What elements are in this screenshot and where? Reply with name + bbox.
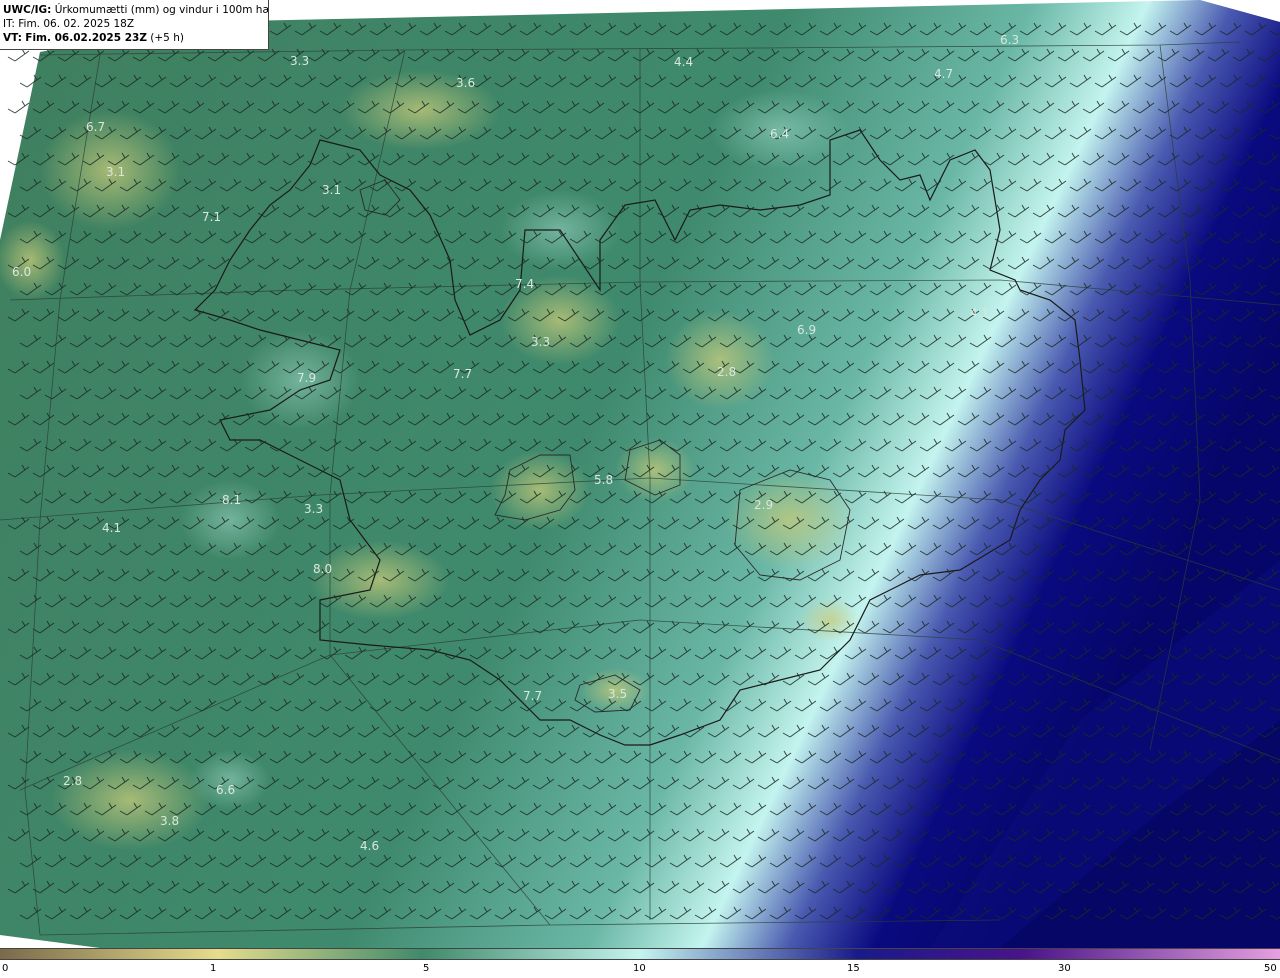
model-name: UWC/IG: [3, 4, 52, 16]
colorbar-tick: 1 [210, 963, 217, 974]
colorbar-tick: 30 [1058, 963, 1071, 974]
value-label: 8.1 [222, 493, 241, 507]
value-label: 2.8 [63, 774, 82, 788]
value-label: 6.7 [86, 120, 105, 134]
colorbar-gradient [0, 948, 1280, 960]
value-label: 3.5 [608, 687, 627, 701]
it-label: IT: [3, 18, 15, 30]
colorbar-tick: 10 [633, 963, 646, 974]
value-label: 6.9 [797, 323, 816, 337]
colorbar-tick: 0 [2, 963, 9, 974]
colorbar: 0 1 5 10 15 30 50 [0, 948, 1280, 978]
value-label: 7.7 [453, 367, 472, 381]
colorbar-tick: 50 [1264, 963, 1277, 974]
value-label: 4.7 [934, 67, 953, 81]
value-label: 5.8 [594, 473, 613, 487]
wind-barb [7, 100, 30, 114]
init-time-line: IT: Fim. 06. 02. 2025 18Z [3, 17, 268, 31]
value-label: 7.7 [523, 689, 542, 703]
value-label: 4.6 [360, 839, 379, 853]
precipitation-map: 6.3 3.3 4.4 4.7 3.6 6.7 6.4 3.1 3.1 7.1 … [0, 0, 1280, 948]
value-label: 2.8 [717, 365, 736, 379]
value-label: 4.1 [970, 306, 989, 320]
map-info-box: UWC/IG: Úrkomumætti (mm) og vindur i 100… [0, 0, 269, 50]
map-title: Úrkomumætti (mm) og vindur i 100m hæð [54, 4, 269, 16]
colorbar-tick: 5 [423, 963, 430, 974]
value-label: 3.1 [322, 183, 341, 197]
title-line: UWC/IG: Úrkomumætti (mm) og vindur i 100… [3, 3, 268, 17]
valid-time: Fim. 06.02.2025 23Z [25, 32, 147, 44]
value-label: 4.4 [674, 55, 693, 69]
value-label: 3.8 [160, 814, 179, 828]
lead-time: (+5 h) [150, 32, 184, 44]
value-label: 7.9 [297, 371, 316, 385]
value-label: 7.4 [515, 277, 534, 291]
value-label: 7.1 [202, 210, 221, 224]
init-time: Fim. 06. 02. 2025 18Z [18, 18, 135, 30]
colorbar-tick: 15 [847, 963, 860, 974]
value-label: 6.3 [1000, 33, 1019, 47]
value-label: 3.3 [290, 54, 309, 68]
value-label: 6.6 [216, 783, 235, 797]
value-label: 2.9 [754, 498, 773, 512]
value-label: 3.3 [304, 502, 323, 516]
value-label: 3.3 [531, 335, 550, 349]
value-label: 3.6 [456, 76, 475, 90]
vt-label: VT: [3, 32, 22, 44]
value-label: 3.1 [106, 165, 125, 179]
valid-time-line: VT: Fim. 06.02.2025 23Z (+5 h) [3, 31, 268, 45]
value-label: 6.0 [12, 265, 31, 279]
value-label: 4.1 [102, 521, 121, 535]
value-label: 8.0 [313, 562, 332, 576]
value-label: 6.4 [770, 127, 789, 141]
wind-barb [7, 48, 30, 62]
